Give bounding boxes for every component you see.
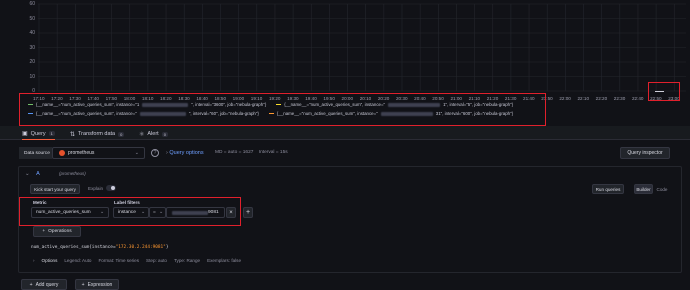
operations-button[interactable]: + Operations xyxy=(33,226,81,237)
expression-button[interactable]: + Expression xyxy=(75,279,119,290)
add-filter-button[interactable]: + xyxy=(243,207,253,218)
options-legend: Legend: Auto xyxy=(64,258,92,263)
chevron-down-icon: ⌄ xyxy=(158,210,163,215)
promql-metric: num_active_queries_sum xyxy=(31,245,90,250)
chevron-down-icon: ⌄ xyxy=(140,210,145,215)
chevron-right-icon: › xyxy=(166,150,168,156)
prometheus-icon xyxy=(59,150,65,156)
promql-preview: num_active_queries_sum{instance="172.30.… xyxy=(31,245,168,250)
filter-operator-value: = xyxy=(153,210,156,215)
query-options-label: Query options xyxy=(169,150,204,156)
chevron-right-icon: › xyxy=(33,258,35,263)
y-tick-label: 40 xyxy=(29,30,35,36)
x-tick-label: 22:20 xyxy=(595,96,608,101)
explain-toggle[interactable] xyxy=(106,185,116,191)
y-tick-label: 60 xyxy=(29,1,35,7)
tab-query[interactable]: ▣ Query 1 xyxy=(22,128,55,140)
x-tick-label: 22:30 xyxy=(613,96,626,101)
x-tick-label: 22:00 xyxy=(559,96,571,101)
tab-transform-label: Transform data xyxy=(78,131,116,137)
filter-operator-select[interactable]: = ⌄ xyxy=(149,207,166,218)
label-filters-label: Label filters xyxy=(114,200,140,205)
datasource-label: Data source xyxy=(19,147,52,159)
chevron-down-icon: ⌄ xyxy=(99,210,104,215)
kickstart-button[interactable]: Kick start your query xyxy=(30,184,80,194)
filter-value-tail: 9081 xyxy=(208,210,219,215)
query-source-hint: (prometheus) xyxy=(59,171,86,176)
tab-alert[interactable]: ⚛ Alert 0 xyxy=(139,128,168,140)
query-tabs: ▣ Query 1 ⇅ Transform data 0 ⚛ Alert 0 xyxy=(0,126,690,140)
query-row-header: ⌄ A (prometheus) xyxy=(25,171,86,177)
tab-transform[interactable]: ⇅ Transform data 0 xyxy=(70,128,125,140)
promql-value: "172.30.2.244:9081" xyxy=(115,245,166,250)
datasource-select[interactable]: prometheus ⌄ xyxy=(52,147,145,159)
chart-grid xyxy=(38,3,686,92)
options-format: Format: Time series xyxy=(98,258,140,263)
tab-alert-badge: 0 xyxy=(161,131,168,137)
legend-highlight-box xyxy=(19,93,546,126)
tab-alert-label: Alert xyxy=(147,131,159,137)
operations-label: Operations xyxy=(48,229,72,234)
builder-mode-button[interactable]: Builder xyxy=(634,184,653,194)
tab-query-label: Query xyxy=(30,130,46,137)
add-query-label: Add query xyxy=(35,281,59,288)
tab-query-badge: 1 xyxy=(48,131,55,136)
options-step: Step: auto xyxy=(146,258,167,263)
expression-label: Expression xyxy=(87,281,113,288)
options-type: Type: Range xyxy=(174,258,201,263)
plus-icon: + xyxy=(245,209,251,216)
metric-label: Metric xyxy=(33,200,47,205)
time-highlight-box xyxy=(648,82,680,101)
filter-key-select[interactable]: instance ⌄ xyxy=(113,207,149,218)
code-mode-button[interactable]: Code xyxy=(653,184,671,194)
plus-icon: + xyxy=(42,229,46,234)
query-options-toggle[interactable]: › Query options xyxy=(166,150,204,156)
query-options-row[interactable]: › Options Legend: Auto Format: Time seri… xyxy=(33,258,241,263)
y-tick-label: 30 xyxy=(29,44,35,51)
promql-close: } xyxy=(165,245,169,250)
options-label: Options xyxy=(41,258,58,263)
filter-key-value: instance xyxy=(118,210,136,215)
promql-open: {instance= xyxy=(89,245,116,250)
remove-filter-button[interactable]: × xyxy=(226,207,236,218)
y-tick-label: 20 xyxy=(29,59,35,65)
run-queries-button[interactable]: Run queries xyxy=(592,184,624,194)
add-query-button[interactable]: + Add query xyxy=(21,279,67,290)
query-letter[interactable]: A xyxy=(36,171,39,177)
database-icon: ▣ xyxy=(22,131,28,137)
close-icon: × xyxy=(229,209,233,216)
transform-icon: ⇅ xyxy=(70,131,76,138)
chevron-down-icon: ⌄ xyxy=(134,150,139,156)
collapse-icon[interactable]: ⌄ xyxy=(25,171,30,177)
y-tick-label: 10 xyxy=(29,73,35,80)
metric-value: num_active_queries_sum xyxy=(36,210,91,215)
x-tick-label: 22:40 xyxy=(631,96,644,101)
datasource-value: prometheus xyxy=(68,150,95,156)
query-options-info: MD = auto = 1627 Interval = 15s xyxy=(215,150,288,155)
x-tick-label: 22:10 xyxy=(577,96,590,101)
query-inspector-button[interactable]: Query inspector xyxy=(620,147,670,159)
filter-value-select[interactable]: 9081 xyxy=(166,207,225,218)
options-exemplars: Exemplars: false xyxy=(207,258,242,263)
plus-icon: + xyxy=(81,281,85,288)
bell-icon: ⚛ xyxy=(139,131,145,138)
metric-select[interactable]: num_active_queries_sum ⌄ xyxy=(31,207,109,218)
plus-icon: + xyxy=(29,281,33,288)
redacted-value xyxy=(172,210,208,215)
explain-label: Explain xyxy=(88,186,104,191)
help-icon[interactable]: ? xyxy=(151,149,159,157)
y-tick-label: 50 xyxy=(29,15,35,22)
tab-transform-badge: 0 xyxy=(118,131,125,137)
